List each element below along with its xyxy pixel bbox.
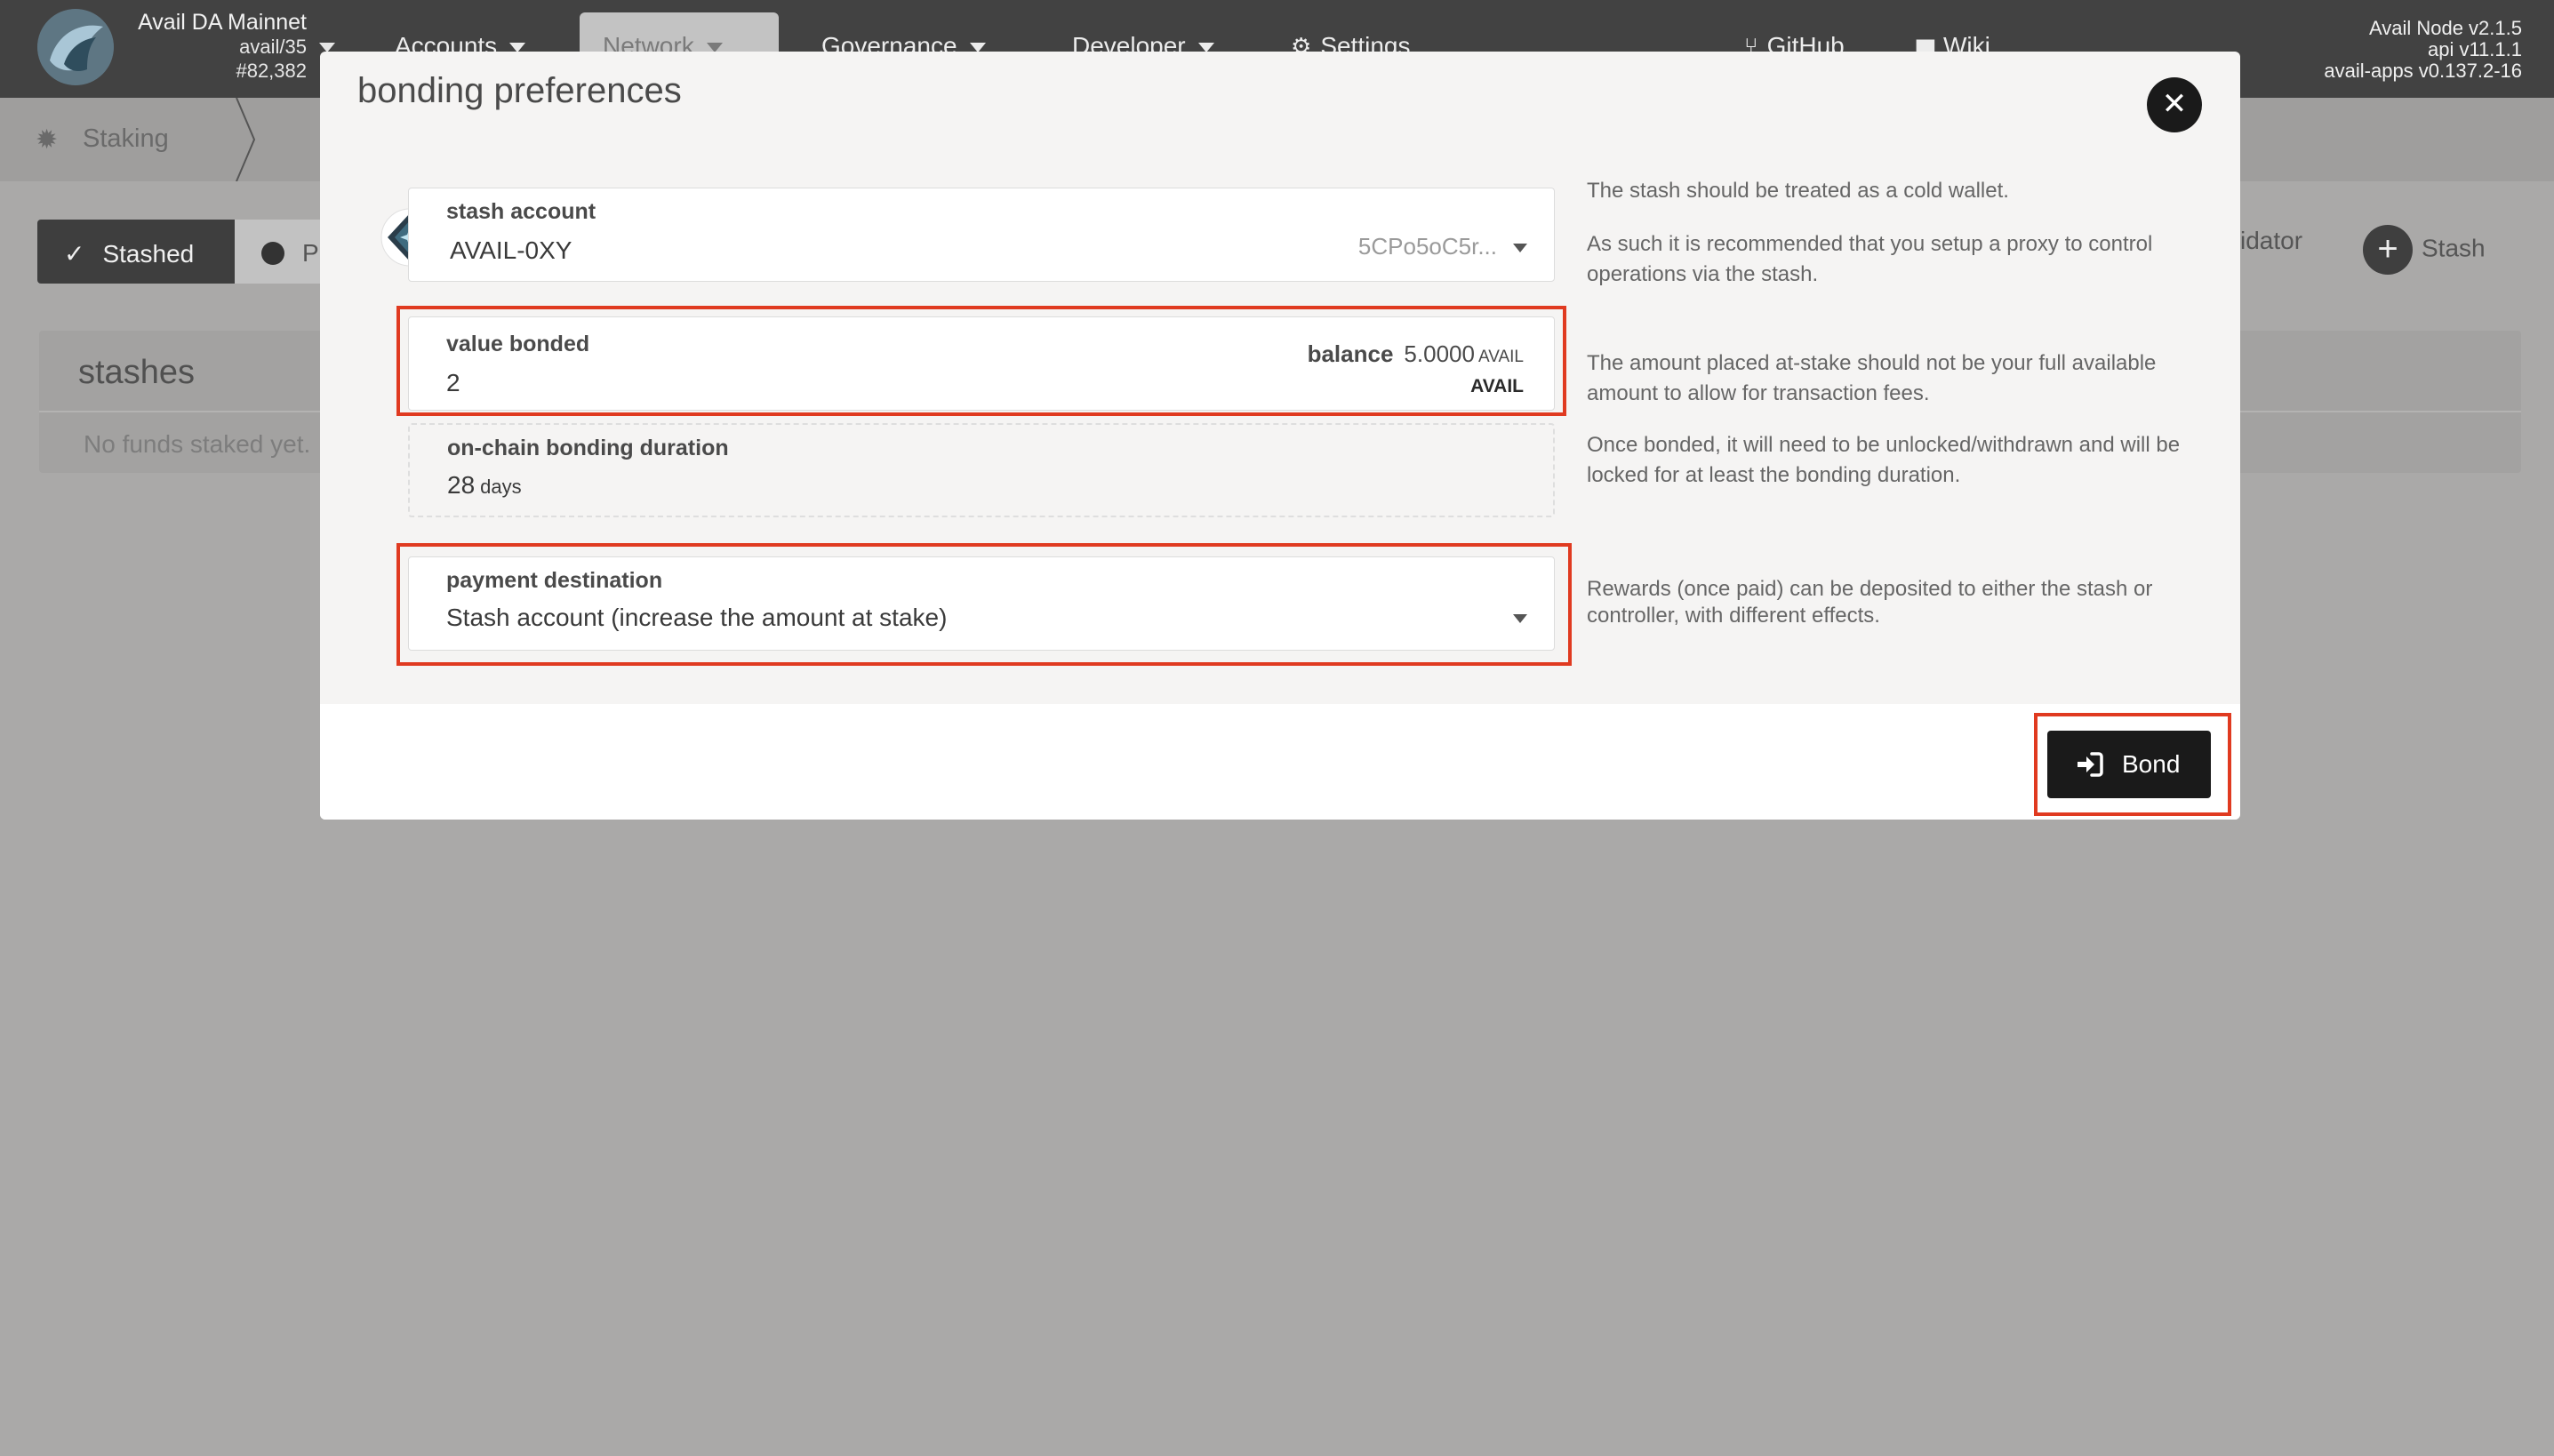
validator-button[interactable]: idator: [2240, 227, 2302, 255]
bonding-duration-display: on-chain bonding duration 28 days: [408, 423, 1555, 517]
avail-logo-icon[interactable]: [37, 9, 114, 85]
section-label[interactable]: Staking: [83, 124, 169, 154]
chain-name: Avail DA Mainnet: [138, 10, 307, 35]
cog-icon: ✹: [36, 125, 59, 155]
node-version: Avail Node v2.1.5: [2368, 17, 2522, 39]
close-button[interactable]: ✕: [2147, 77, 2202, 132]
node-version-info: Avail Node v2.1.5 api v11.1.1 avail-apps…: [2324, 18, 2522, 82]
highlight-payment-destination: [396, 543, 1572, 666]
caret-down-icon: [1513, 244, 1527, 252]
stash-account-select[interactable]: stash account AVAIL-0XY 5CPo5oC5r...: [408, 188, 1555, 282]
bonding-duration-label: on-chain bonding duration: [447, 436, 729, 460]
chain-selector[interactable]: Avail DA Mainnet avail/35 #82,382: [133, 11, 307, 83]
close-icon: ✕: [2161, 87, 2188, 121]
api-version: api v11.1.1: [2427, 38, 2522, 60]
help-stash-2: As such it is recommended that you setup…: [1587, 232, 2153, 286]
block-number: #82,382: [236, 60, 307, 82]
modal-title: bonding preferences: [357, 71, 682, 110]
stash-label: Stash: [2422, 234, 2486, 262]
tab-stashed[interactable]: ✓ Stashed: [37, 220, 235, 284]
apps-version: avail-apps v0.137.2-16: [2324, 60, 2522, 82]
chevron-right-icon: [236, 98, 256, 181]
plus-icon: +: [2363, 225, 2413, 275]
bonding-duration-value: 28 days: [447, 471, 522, 500]
help-payment-destination: Rewards (once paid) can be deposited to …: [1587, 577, 2153, 628]
stashes-title: stashes: [78, 354, 195, 391]
tab-label: Stashed: [102, 240, 195, 268]
help-stash-1: The stash should be treated as a cold wa…: [1587, 179, 2009, 203]
highlight-bond-button: [2034, 713, 2231, 816]
bonding-preferences-modal: bonding preferences ✕ stash account AVAI…: [320, 52, 2240, 820]
check-icon: ✓: [64, 240, 85, 268]
radio-dot-icon: [261, 242, 284, 265]
help-bonding-duration: Once bonded, it will need to be unlocked…: [1587, 433, 2181, 487]
duration-number: 28: [447, 471, 476, 499]
stash-account-address: 5CPo5oC5r...: [1357, 233, 1497, 260]
tab-label: P: [302, 239, 319, 267]
tab-p[interactable]: P: [235, 220, 324, 284]
stashes-empty-text: No funds staked yet.: [84, 430, 311, 458]
chain-version: avail/35: [239, 36, 307, 58]
add-stash-button[interactable]: + Stash: [2363, 225, 2486, 275]
stash-account-name: AVAIL-0XY: [450, 236, 572, 264]
staking-tabs: ✓ Stashed P: [37, 220, 324, 284]
highlight-value-bonded: [396, 306, 1566, 416]
validator-label: idator: [2240, 227, 2303, 254]
modal-footer: [320, 704, 2240, 820]
duration-unit: days: [480, 476, 522, 498]
stash-account-label: stash account: [446, 199, 596, 224]
help-value-bonded: The amount placed at-stake should not be…: [1587, 351, 2157, 405]
